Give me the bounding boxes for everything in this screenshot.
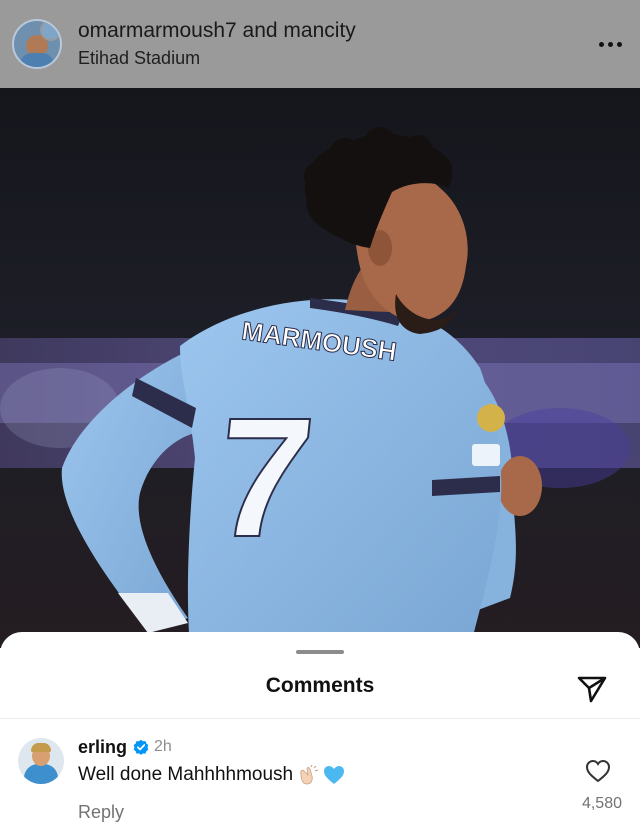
like-count: 4,580: [581, 795, 622, 812]
drag-handle[interactable]: [296, 650, 344, 654]
comment-time: 2h: [154, 738, 172, 755]
profile-avatar[interactable]: [12, 19, 62, 69]
commenter-avatar[interactable]: [18, 738, 64, 784]
comment-header: erling 2h: [78, 736, 172, 758]
player-photo-illustration: MARMOUSH 7: [0, 88, 640, 648]
verified-badge-icon: [133, 739, 149, 755]
comment-username[interactable]: erling: [78, 737, 127, 758]
sheet-divider: [0, 718, 640, 719]
clapping-hands-icon: [300, 764, 319, 785]
comment-body: Well done Mahhhhmoush: [78, 764, 346, 786]
more-horizontal-icon[interactable]: [592, 29, 628, 59]
heart-like-icon[interactable]: [584, 758, 612, 784]
post-header-text: omarmarmoush7 and mancity Etihad Stadium: [78, 18, 592, 70]
reply-button[interactable]: Reply: [78, 802, 124, 823]
comment-text: Well done Mahhhhmoush: [78, 764, 294, 785]
post-header: omarmarmoush7 and mancity Etihad Stadium: [0, 0, 640, 88]
post-location[interactable]: Etihad Stadium: [78, 46, 592, 70]
comment-item: erling 2h Well done Mahhhhmoush Reply 4,…: [0, 732, 640, 839]
jersey-number: 7: [207, 383, 321, 572]
comments-title: Comments: [265, 674, 375, 697]
comments-sheet: Comments erling 2h Well done Mahhhhmoush: [0, 632, 640, 839]
send-icon[interactable]: [574, 670, 610, 706]
collab-crest-icon: [40, 21, 60, 41]
post-photo[interactable]: MARMOUSH 7: [0, 88, 640, 648]
avatar-shirt: [20, 53, 54, 67]
light-blue-heart-icon: [324, 766, 345, 784]
post-authors[interactable]: omarmarmoush7 and mancity: [78, 18, 592, 44]
